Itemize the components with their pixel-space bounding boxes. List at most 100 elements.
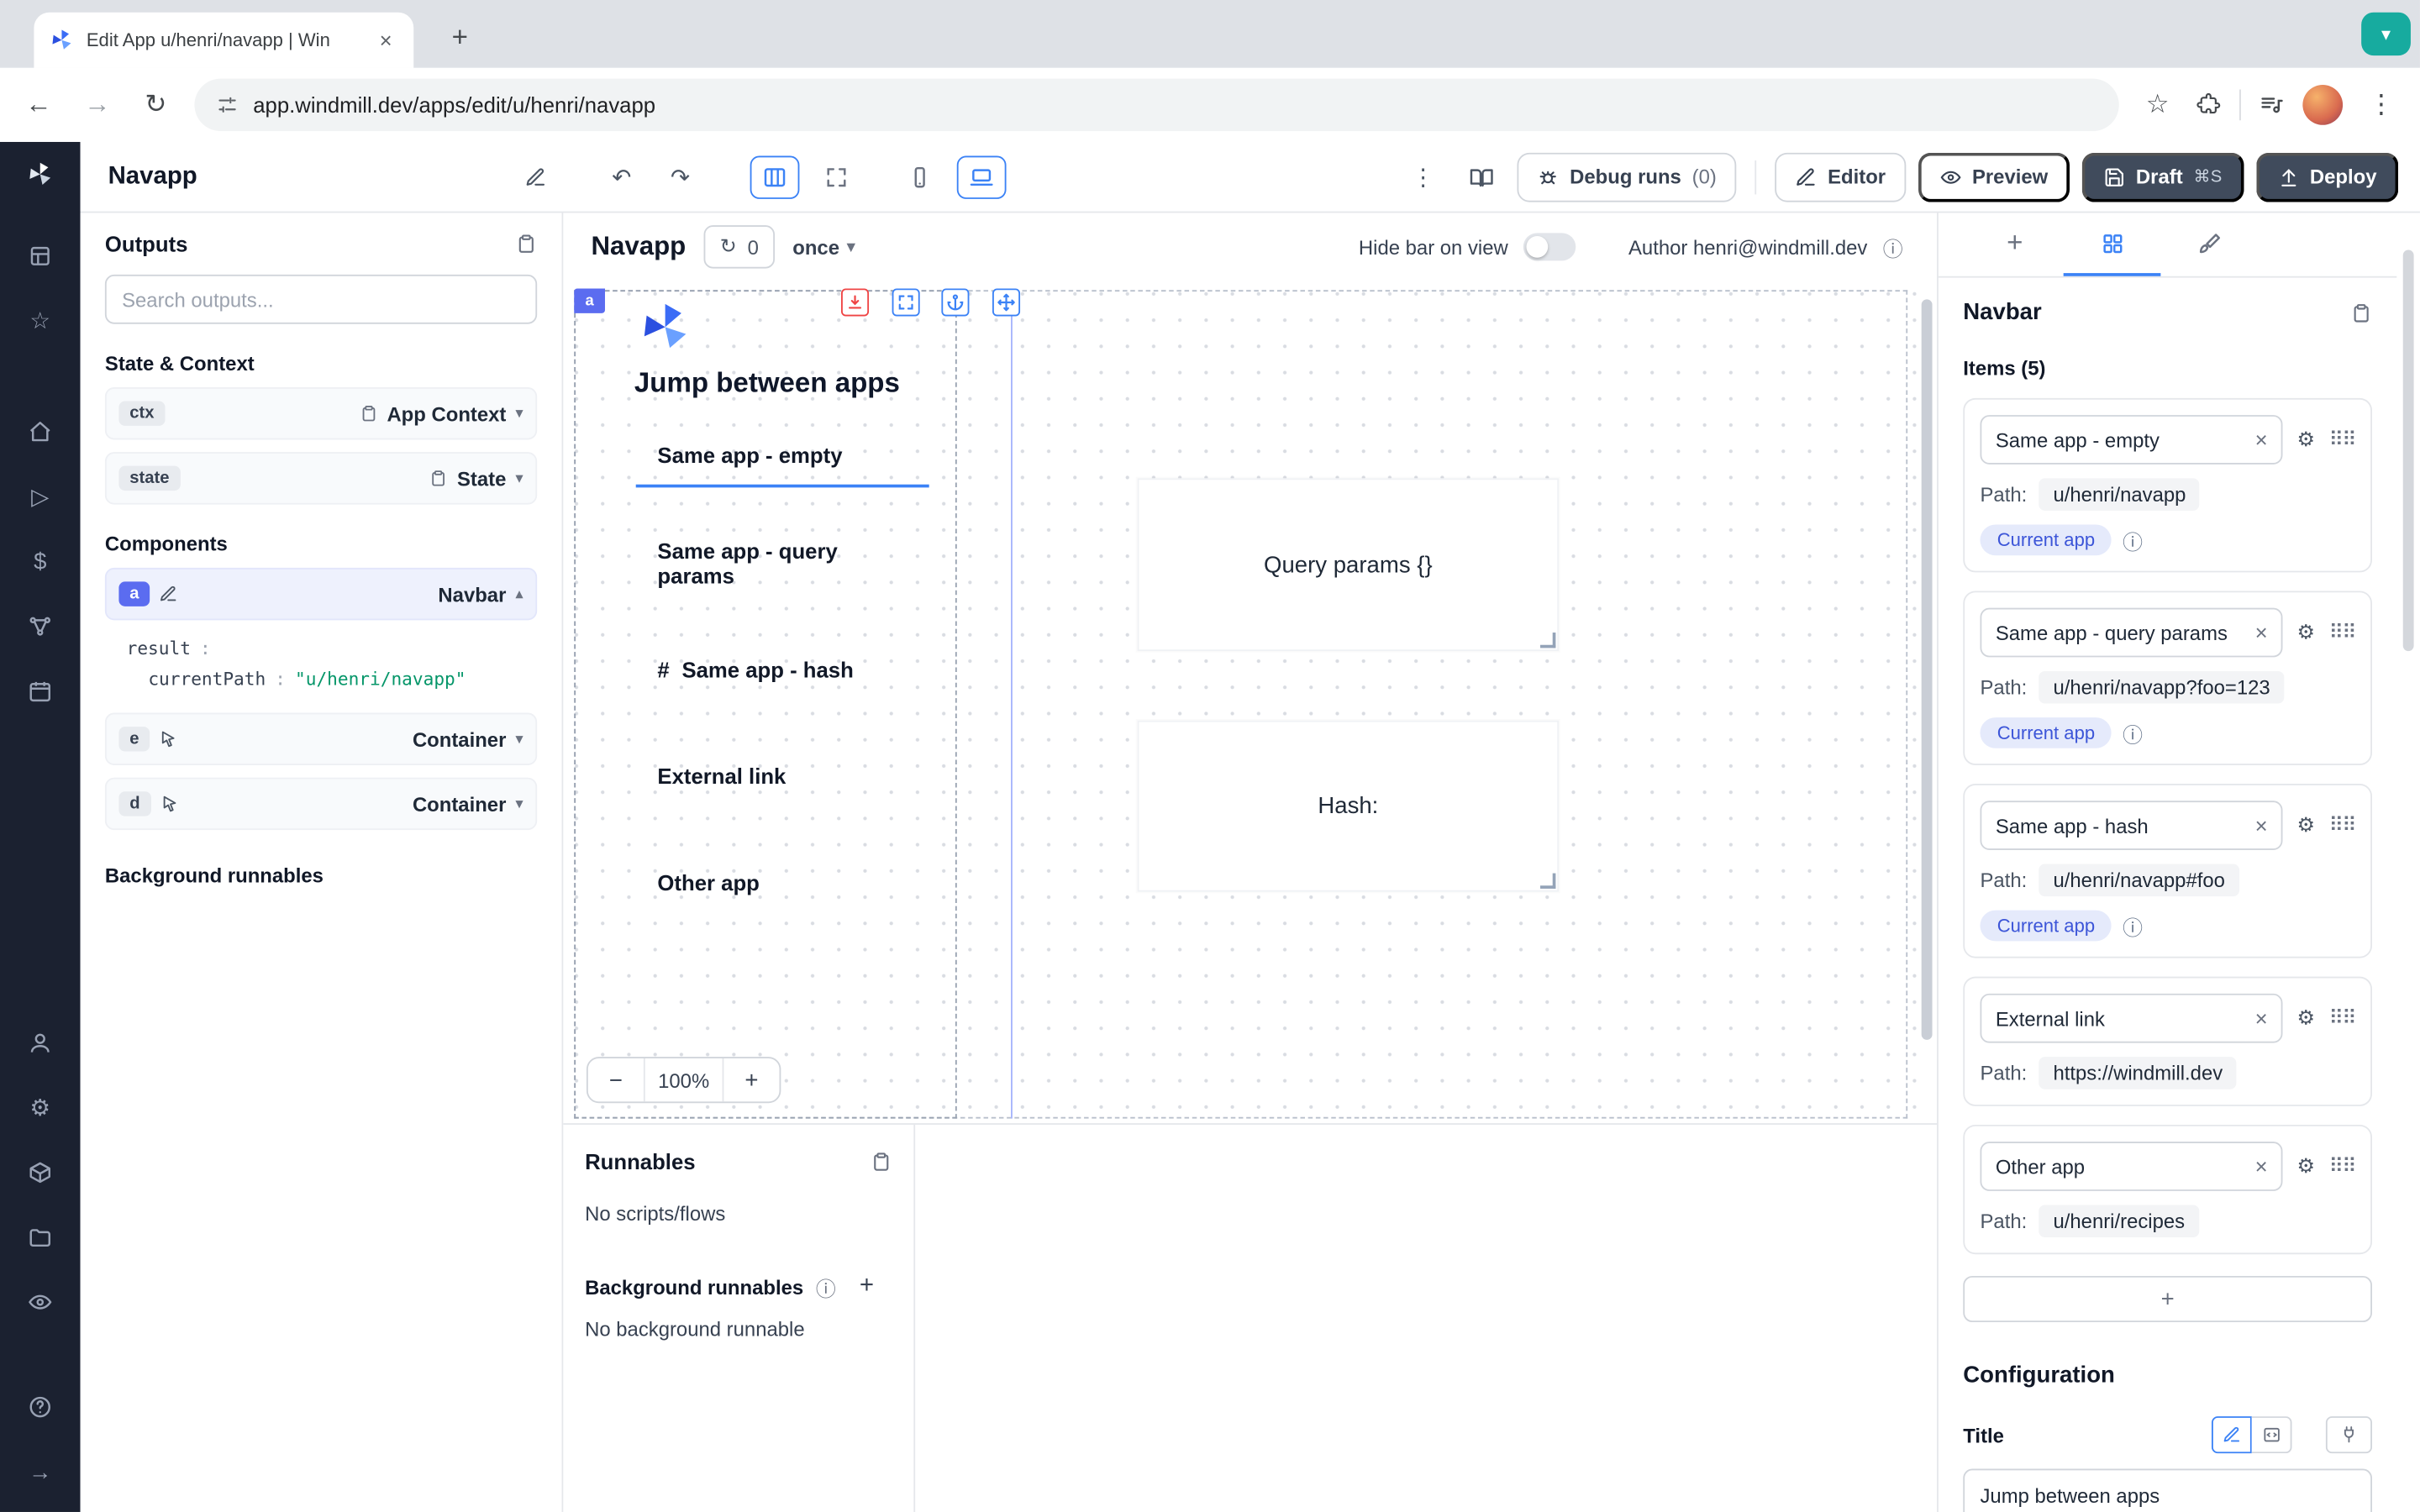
fullscreen-button[interactable] [812, 155, 861, 198]
tab-component-settings[interactable] [2064, 213, 2161, 276]
badge-info-icon[interactable]: ⓘ [2123, 718, 2143, 748]
remove-item-icon[interactable]: × [2255, 1154, 2268, 1179]
media-controls-icon[interactable] [2260, 92, 2284, 117]
reload-icon[interactable]: ↻ [136, 85, 176, 125]
remove-item-icon[interactable]: × [2255, 813, 2268, 837]
extensions-icon[interactable] [2196, 92, 2221, 117]
forward-icon[interactable]: → [77, 85, 118, 125]
windmill-logo[interactable] [26, 160, 54, 188]
query-params-card[interactable]: Query params {} [1138, 478, 1559, 651]
item-settings-icon[interactable]: ⚙ [2297, 1006, 2315, 1031]
ctx-row[interactable]: ctx App Context ▾ [105, 387, 537, 439]
rail-favorites-icon[interactable]: ☆ [22, 302, 59, 339]
result-key[interactable]: result [127, 638, 191, 659]
item-label-input[interactable]: Same app - query params × [1980, 608, 2283, 658]
runnables-doc-icon[interactable] [871, 1151, 892, 1173]
canvas[interactable]: a Jump between apps Same app - empty [563, 281, 1937, 1123]
address-bar[interactable]: app.windmill.dev/apps/edit/u/henri/navap… [194, 79, 2118, 131]
nav-item-external-link[interactable]: External link [636, 745, 929, 806]
component-refresh-tool[interactable] [841, 288, 869, 316]
nav-item-same-app-empty[interactable]: Same app - empty [636, 426, 929, 487]
outputs-search-input[interactable] [122, 288, 520, 312]
item-label-input[interactable]: External link × [1980, 994, 2283, 1043]
item-settings-icon[interactable]: ⚙ [2297, 428, 2315, 452]
right-panel-scrollbar[interactable] [2396, 213, 2420, 1512]
component-doc-icon[interactable] [2350, 302, 2372, 323]
static-mode-button[interactable] [2212, 1416, 2252, 1453]
site-settings-icon[interactable] [216, 94, 238, 116]
remove-item-icon[interactable]: × [2255, 1006, 2268, 1031]
currentpath-key[interactable]: currentPath [148, 668, 266, 690]
item-settings-icon[interactable]: ⚙ [2297, 1154, 2315, 1179]
rail-folders-icon[interactable] [22, 1219, 59, 1256]
state-chevron-icon[interactable]: ▾ [515, 470, 523, 486]
docs-book-icon[interactable] [1459, 155, 1505, 198]
editor-button[interactable]: Editor [1776, 152, 1906, 202]
nav-item-other-app[interactable]: Other app [636, 852, 929, 913]
mobile-view-button[interactable] [895, 155, 944, 198]
item-path-value[interactable]: u/henri/navapp [2039, 478, 2200, 511]
rail-collapse-icon[interactable]: → [22, 1453, 59, 1490]
item-label-input[interactable]: Same app - hash × [1980, 801, 2283, 850]
item-label-input[interactable]: Other app × [1980, 1142, 2283, 1191]
item-path-value[interactable]: https://windmill.dev [2039, 1057, 2237, 1089]
preview-button[interactable]: Preview [1918, 152, 2070, 202]
rail-runs-icon[interactable]: ▷ [22, 478, 59, 515]
remove-item-icon[interactable]: × [2255, 428, 2268, 452]
item-drag-handle[interactable]: ⠿⠿ [2328, 428, 2354, 452]
debug-runs-button[interactable]: Debug runs (0) [1518, 152, 1737, 202]
badge-info-icon[interactable]: ⓘ [2123, 525, 2143, 554]
state-row[interactable]: state State ▾ [105, 452, 537, 504]
rail-resources-icon[interactable] [22, 608, 59, 645]
item-path-value[interactable]: u/henri/recipes [2039, 1205, 2199, 1237]
browser-menu-icon[interactable]: ⋮ [2361, 85, 2402, 125]
more-options-icon[interactable]: ⋮ [1400, 155, 1446, 198]
title-value-input[interactable] [1963, 1469, 2372, 1512]
add-item-button[interactable]: + [1963, 1276, 2372, 1322]
redo-button[interactable]: ↷ [657, 155, 703, 198]
nav-item-same-app-query-params[interactable]: Same app - query params [636, 533, 929, 594]
rail-audit-icon[interactable] [22, 1284, 59, 1320]
ctx-chevron-icon[interactable]: ▾ [515, 405, 523, 422]
new-tab-button[interactable]: + [439, 15, 481, 58]
add-bg-runnable-button[interactable]: + [848, 1268, 885, 1305]
refresh-icon[interactable]: ↻ [720, 234, 737, 259]
desktop-view-button[interactable] [956, 155, 1006, 198]
badge-info-icon[interactable]: ⓘ [2123, 911, 2143, 941]
profile-avatar[interactable] [2302, 85, 2343, 125]
browser-chevron-button[interactable]: ▾ [2361, 13, 2411, 55]
hash-card[interactable]: Hash: [1138, 721, 1559, 892]
connect-input-button[interactable] [2326, 1416, 2372, 1453]
item-settings-icon[interactable]: ⚙ [2297, 620, 2315, 644]
item-drag-handle[interactable]: ⠿⠿ [2328, 1006, 2354, 1031]
component-row-container-d[interactable]: d Container ▾ [105, 778, 537, 830]
item-settings-icon[interactable]: ⚙ [2297, 813, 2315, 837]
run-mode-select[interactable]: once ▾ [792, 235, 855, 259]
navbar-chevron-icon[interactable]: ▴ [515, 585, 523, 602]
rail-variables-icon[interactable]: $ [22, 543, 59, 580]
toggle-panels-button[interactable] [750, 155, 799, 198]
bg-runnables-info-icon[interactable]: ⓘ [816, 1272, 836, 1301]
outputs-doc-icon[interactable] [515, 233, 537, 255]
container-e-chevron-icon[interactable]: ▾ [515, 731, 523, 748]
item-drag-handle[interactable]: ⠿⠿ [2328, 1154, 2354, 1179]
item-drag-handle[interactable]: ⠿⠿ [2328, 620, 2354, 644]
nav-item-same-app-hash[interactable]: # Same app - hash [636, 638, 929, 700]
component-move-tool[interactable] [992, 288, 1020, 316]
browser-tab[interactable]: Edit App u/henri/navapp | Win × [34, 13, 413, 68]
edit-title-icon[interactable] [512, 155, 558, 198]
hide-bar-toggle[interactable] [1523, 233, 1576, 260]
component-expand-tool[interactable] [892, 288, 920, 316]
eval-mode-button[interactable] [2252, 1416, 2292, 1453]
rail-workers-icon[interactable] [22, 1154, 59, 1191]
undo-button[interactable]: ↶ [598, 155, 644, 198]
tab-insert-component[interactable]: + [1966, 213, 2064, 276]
tab-close-icon[interactable]: × [373, 28, 397, 52]
component-anchor-tool[interactable] [941, 288, 969, 316]
bookmark-icon[interactable]: ☆ [2138, 85, 2178, 125]
item-drag-handle[interactable]: ⠿⠿ [2328, 813, 2354, 837]
zoom-in-button[interactable]: + [723, 1058, 779, 1101]
item-path-value[interactable]: u/henri/navapp?foo=123 [2039, 671, 2284, 704]
author-info-icon[interactable]: ⓘ [1883, 232, 1903, 261]
tab-styling[interactable] [2160, 213, 2258, 276]
